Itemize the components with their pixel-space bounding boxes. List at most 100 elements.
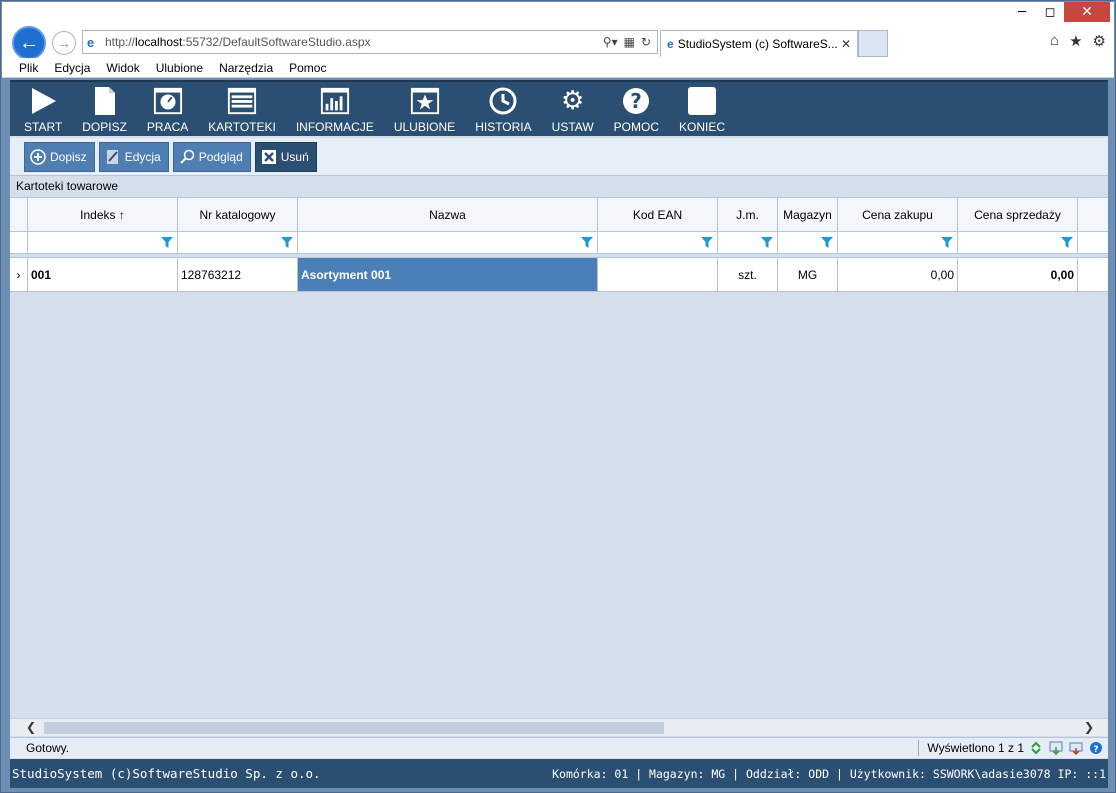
toolbar-historia-button[interactable]: HISTORIA <box>465 82 541 136</box>
products-grid: Indeks ↑ Nr katalogowy Nazwa Kod EAN J.m… <box>10 197 1108 292</box>
search-icon[interactable]: ⚲▾ <box>603 35 618 49</box>
header-filler <box>1078 198 1108 231</box>
status-bar: Gotowy. Wyświetlono 1 z 1 ? <box>10 737 1108 758</box>
filter-cell-indeks[interactable] <box>28 232 178 253</box>
menu-widok[interactable]: Widok <box>106 61 139 75</box>
add-button[interactable]: Dopisz <box>24 141 95 172</box>
toolbar-kartoteki-button[interactable]: KARTOTEKI <box>198 82 286 136</box>
filter-cell-kod-ean[interactable] <box>598 232 718 253</box>
toolbar-dopisz-button[interactable]: DOPISZ <box>72 82 137 136</box>
favorites-star-icon[interactable]: ★ <box>1069 32 1082 50</box>
forward-arrow-icon[interactable]: → <box>52 31 76 55</box>
filter-funnel-icon[interactable] <box>941 237 953 248</box>
cell-indeks[interactable]: 001 <box>28 258 178 291</box>
horizontal-scrollbar[interactable]: ❮ ❯ <box>10 718 1108 736</box>
column-header-nazwa[interactable]: Nazwa <box>298 198 598 231</box>
column-header-cena-zakupu[interactable]: Cena zakupu <box>838 198 958 231</box>
maximize-icon[interactable]: ◻ <box>1036 2 1064 22</box>
filter-funnel-icon[interactable] <box>161 237 173 248</box>
row-indicator-header <box>10 198 28 231</box>
column-header-magazyn[interactable]: Magazyn <box>778 198 838 231</box>
edit-button-label: Edycja <box>124 149 161 164</box>
toolbar-koniec-label: KONIEC <box>679 120 726 134</box>
filter-filler <box>1078 232 1108 253</box>
home-icon[interactable]: ⌂ <box>1050 32 1059 50</box>
filter-funnel-icon[interactable] <box>1061 237 1073 248</box>
address-bar[interactable]: e http://localhost:55732/DefaultSoftware… <box>82 30 658 54</box>
cell-jm[interactable]: szt. <box>718 258 778 291</box>
toolbar-ulubione-button[interactable]: ULUBIONE <box>384 82 465 136</box>
filter-funnel-icon[interactable] <box>821 237 833 248</box>
filter-cell-magazyn[interactable] <box>778 232 838 253</box>
delete-button[interactable]: Usuń <box>254 141 317 172</box>
history-icon <box>488 86 518 116</box>
toolbar-pomoc-button[interactable]: ? POMOC <box>604 82 669 136</box>
scroll-right-icon[interactable]: ❯ <box>1084 720 1094 734</box>
column-header-nr-katalogowy[interactable]: Nr katalogowy <box>178 198 298 231</box>
grid-header-row: Indeks ↑ Nr katalogowy Nazwa Kod EAN J.m… <box>10 197 1108 232</box>
filter-cell-nr-katalogowy[interactable] <box>178 232 298 253</box>
cell-nr-katalogowy[interactable]: 128763212 <box>178 258 298 291</box>
menu-edycja[interactable]: Edycja <box>54 61 90 75</box>
refresh-icon[interactable]: ↻ <box>641 35 651 49</box>
scroll-left-icon[interactable]: ❮ <box>26 720 36 734</box>
exit-icon <box>687 86 717 116</box>
filter-funnel-icon[interactable] <box>281 237 293 248</box>
column-header-label: Magazyn <box>783 207 832 222</box>
grid-filter-row <box>10 232 1108 254</box>
export-icon[interactable] <box>1048 740 1064 756</box>
tab-title: StudioSystem (c) SoftwareS... <box>677 37 838 51</box>
url-host: localhost <box>135 35 183 49</box>
bar-chart-icon <box>320 86 350 116</box>
refresh-arrows-icon[interactable] <box>1028 740 1044 756</box>
table-row[interactable]: › 001 128763212 Asortyment 001 szt. MG 0… <box>10 257 1108 292</box>
minimize-icon[interactable]: ─ <box>1008 2 1036 22</box>
cell-cena-sprzedazy[interactable]: 0,00 <box>958 258 1078 291</box>
cell-nazwa[interactable]: Asortyment 001 <box>298 258 598 291</box>
scrollbar-thumb[interactable] <box>44 722 664 734</box>
tab-close-icon[interactable]: ✕ <box>841 37 851 51</box>
cell-kod-ean[interactable] <box>598 258 718 291</box>
column-header-label: Nazwa <box>429 207 466 222</box>
row-indicator-chevron-icon: › <box>10 258 28 291</box>
preview-button[interactable]: Podgląd <box>172 141 251 172</box>
filter-funnel-icon[interactable] <box>701 237 713 248</box>
menu-pomoc[interactable]: Pomoc <box>289 61 326 75</box>
cell-cena-zakupu[interactable]: 0,00 <box>838 258 958 291</box>
column-header-label: Kod EAN <box>632 207 683 222</box>
edit-button[interactable]: Edycja <box>98 141 169 172</box>
toolbar-ustaw-button[interactable]: ⚙ USTAW <box>542 82 604 136</box>
settings-gear-icon[interactable]: ⚙ <box>1093 32 1106 50</box>
filter-cell-jm[interactable] <box>718 232 778 253</box>
column-header-label: Nr katalogowy <box>199 207 276 222</box>
column-header-cena-sprzedazy[interactable]: Cena sprzedaży <box>958 198 1078 231</box>
column-header-label: Indeks <box>80 207 116 222</box>
column-header-indeks[interactable]: Indeks ↑ <box>28 198 178 231</box>
cell-magazyn[interactable]: MG <box>778 258 838 291</box>
toolbar-informacje-button[interactable]: INFORMACJE <box>286 82 384 136</box>
filter-cell-cena-zakupu[interactable] <box>838 232 958 253</box>
filter-cell-cena-sprzedazy[interactable] <box>958 232 1078 253</box>
svg-text:?: ? <box>1093 745 1098 755</box>
menu-ulubione[interactable]: Ulubione <box>156 61 203 75</box>
new-tab-button[interactable] <box>858 30 888 57</box>
toolbar-koniec-button[interactable]: KONIEC <box>669 82 735 136</box>
close-icon[interactable]: ✕ <box>1064 2 1110 22</box>
panel-title: Kartoteki towarowe <box>16 179 119 193</box>
help-small-icon[interactable]: ? <box>1088 740 1104 756</box>
toolbar-historia-label: HISTORIA <box>475 120 532 134</box>
menu-narzedzia[interactable]: Narzędzia <box>219 61 273 75</box>
filter-funnel-icon[interactable] <box>581 237 593 248</box>
back-arrow-icon[interactable]: ← <box>12 26 46 60</box>
browser-tab[interactable]: e StudioSystem (c) SoftwareS... ✕ <box>660 30 858 57</box>
column-header-jm[interactable]: J.m. <box>718 198 778 231</box>
compat-view-icon[interactable]: ▦ <box>624 35 635 49</box>
toolbar-praca-button[interactable]: PRACA <box>137 82 198 136</box>
status-tools: Wyświetlono 1 z 1 ? <box>918 740 1108 756</box>
menu-plik[interactable]: Plik <box>19 61 38 75</box>
filter-cell-nazwa[interactable] <box>298 232 598 253</box>
column-header-kod-ean[interactable]: Kod EAN <box>598 198 718 231</box>
filter-funnel-icon[interactable] <box>761 237 773 248</box>
toolbar-start-button[interactable]: START <box>14 82 72 136</box>
print-icon[interactable] <box>1068 740 1084 756</box>
